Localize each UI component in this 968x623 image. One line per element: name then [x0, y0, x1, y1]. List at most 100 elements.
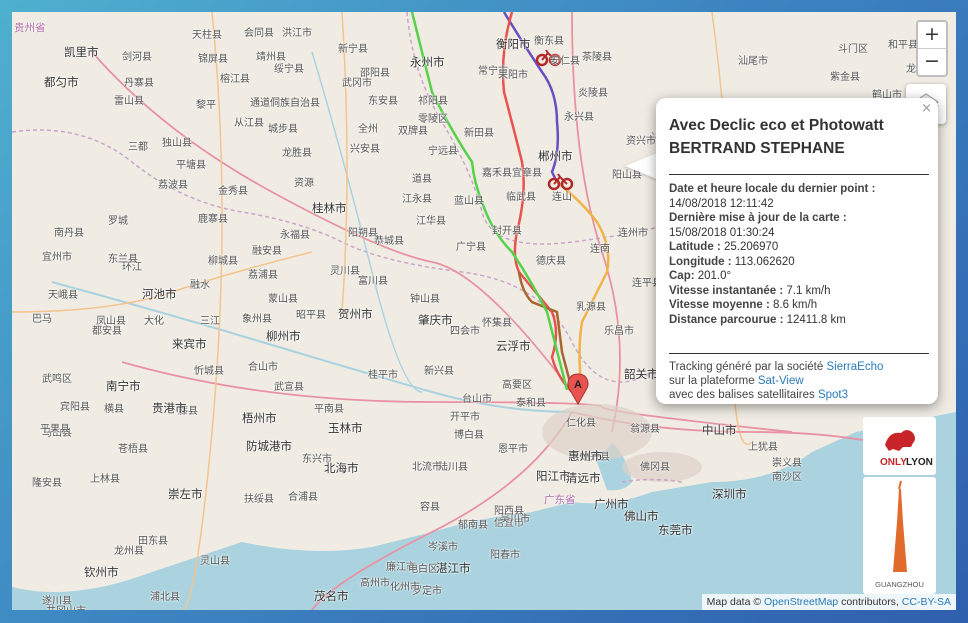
lion-icon: ONLY LYON: [880, 430, 933, 468]
place-label: 通道侗族自治县: [250, 98, 320, 109]
place-label: 贵州省: [14, 22, 46, 34]
place-label: 平塘县: [176, 160, 206, 171]
place-label: 蓝山县: [454, 196, 484, 207]
spot3-link[interactable]: Spot3: [818, 389, 848, 401]
logo-only-text: ONLY: [880, 457, 907, 468]
place-label: 崇义县: [772, 458, 802, 469]
place-label: 嘉禾县: [482, 168, 512, 179]
place-label: 忻城县: [194, 366, 224, 377]
place-label: 炎陵县: [578, 88, 608, 99]
place-label: 灵山县: [200, 556, 230, 567]
popup-divider: [669, 353, 929, 354]
place-label: 井冈山市: [46, 602, 86, 610]
credit-platform-prefix: sur la plateforme: [669, 375, 755, 387]
place-label: 东兰县: [108, 254, 138, 265]
place-label: 南沙区: [772, 472, 802, 483]
place-label: 云浮市: [496, 339, 531, 353]
canton-tower-icon: GUANGZHOU: [875, 480, 924, 589]
attrib-mid: contributors,: [841, 596, 899, 608]
place-label: 阳西县: [494, 506, 524, 517]
license-link[interactable]: CC-BY-SA: [902, 596, 951, 608]
place-label: 北流市: [412, 462, 442, 473]
place-label: 都安县: [92, 326, 122, 337]
place-label: 清远市: [566, 471, 601, 485]
map-frame[interactable]: A 贵州省 天柱县 锦屏县 凯里市 剑河县 丹寨县 雷山县 榕江县 黎平 从江县 都匀市 三都 荔波县 独…: [12, 12, 956, 610]
place-label: 开平市: [450, 412, 480, 423]
place-label: 化州市: [390, 582, 420, 593]
place-label: 资兴市: [626, 136, 656, 147]
place-label: 博白县: [454, 430, 484, 441]
place-label: 阳春市: [490, 550, 520, 561]
place-label: 四会市: [450, 326, 480, 337]
place-label: 黎平: [196, 100, 216, 111]
place-label: 岑溪市: [428, 542, 458, 553]
zoom-control[interactable]: + −: [916, 20, 948, 77]
place-label: 南宁市: [106, 379, 141, 393]
last-point-label: Date et heure locale du dernier point :: [669, 183, 876, 195]
place-label: 和平县: [888, 40, 918, 51]
place-label: 恭城县: [374, 236, 404, 247]
place-label: 榕江县: [220, 74, 250, 85]
place-label: 罗城: [108, 216, 128, 227]
place-label: 桂林市: [312, 201, 347, 215]
place-label: 平果县: [40, 424, 70, 435]
place-label: 电白区: [408, 564, 438, 575]
place-label: 韶关市: [624, 367, 659, 381]
place-label: 梧州市: [242, 411, 277, 425]
map-attribution: Map data © OpenStreetMap contributors, C…: [701, 594, 956, 610]
place-label: 陆川县: [438, 462, 468, 473]
place-label: 灵川县: [330, 266, 360, 277]
place-label: 柳州市: [266, 329, 301, 343]
place-label: 肇庆市: [418, 313, 453, 327]
place-label: 绥宁县: [274, 64, 304, 75]
cap-value: 201.0°: [697, 270, 732, 282]
longitude-label: Longitude :: [669, 255, 732, 268]
place-label: 大化: [144, 316, 164, 327]
osm-link[interactable]: OpenStreetMap: [764, 596, 838, 608]
place-label: 玉林市: [328, 421, 363, 435]
popup-title: Avec Declic eco et Photowatt BERTRAND ST…: [669, 114, 924, 160]
distance-value: 12411.8 km: [786, 313, 846, 326]
guangzhou-logo: GUANGZHOU: [863, 477, 936, 594]
zoom-out-button[interactable]: −: [918, 48, 946, 75]
place-label: 翁源县: [630, 424, 660, 435]
place-label: 连山: [552, 192, 572, 203]
place-label: 隆安县: [32, 478, 62, 489]
place-label: 中山市: [702, 423, 737, 437]
bike-marker: [547, 173, 574, 191]
place-label: 宜州市: [42, 252, 72, 263]
place-label: 丹寨县: [124, 78, 154, 89]
place-label: 怀集县: [482, 318, 512, 329]
place-label: 会同县: [244, 28, 274, 39]
place-label: 资源: [294, 178, 314, 189]
satview-link[interactable]: Sat-View: [758, 375, 804, 387]
place-label: 鹿寨县: [198, 214, 228, 225]
place-label: 来宾市: [172, 337, 207, 351]
place-label: 邵阳县: [360, 68, 390, 79]
place-label: 广东省: [544, 494, 576, 506]
place-label: 上犹县: [748, 442, 778, 453]
place-label: 天峨县: [48, 290, 78, 301]
place-label: 茶陵县: [582, 52, 612, 63]
place-label: 东安县: [368, 96, 398, 107]
route-brown: [517, 271, 574, 391]
place-label: 柳城县: [208, 256, 238, 267]
sierraecho-link[interactable]: SierraEcho: [826, 361, 883, 373]
place-label: 龙州县: [114, 546, 144, 557]
place-label: 北海市: [324, 461, 359, 475]
place-label: 泰和县: [516, 398, 546, 409]
place-label: 永州市: [410, 55, 445, 69]
place-label: 安仁县: [550, 56, 580, 67]
place-label: 宁远县: [428, 146, 458, 157]
place-label: 扶绥县: [244, 494, 274, 505]
place-label: 上林县: [90, 474, 120, 485]
place-label: 贵港市: [152, 401, 187, 415]
place-label: 连南: [590, 244, 610, 255]
place-label: 佛冈县: [640, 462, 670, 473]
place-label: 惠州市: [568, 449, 603, 463]
place-label: 新兴县: [424, 366, 454, 377]
place-label: 江永县: [402, 194, 432, 205]
place-label: 三江: [200, 316, 220, 327]
place-label: 兴安县: [350, 144, 380, 155]
zoom-in-button[interactable]: +: [918, 22, 946, 48]
